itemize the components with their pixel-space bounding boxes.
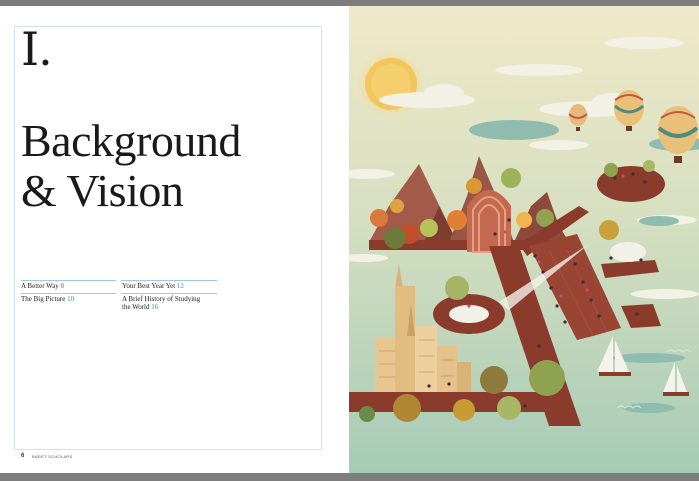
toc-rule xyxy=(21,280,116,281)
page-frame xyxy=(14,26,322,450)
toc-item-big-picture[interactable]: The Big Picture 10 xyxy=(21,295,74,303)
toc-item-page: 10 xyxy=(67,295,75,303)
toc-item-better-way[interactable]: A Better Way 8 xyxy=(21,282,64,290)
city-landscape-illustration xyxy=(349,6,699,473)
teal-cloud xyxy=(469,120,559,140)
toc-item-page: 16 xyxy=(151,303,159,311)
chapter-title-line-1: Background xyxy=(21,115,241,166)
toc-rule xyxy=(121,280,217,281)
toc-item-best-year[interactable]: Your Best Year Yet 12 xyxy=(122,282,184,290)
chapter-numeral: I. xyxy=(21,22,53,76)
bottom-edge-bar xyxy=(0,473,699,481)
garden-island xyxy=(597,160,665,202)
toc-item-title: A Better Way xyxy=(21,282,59,290)
toc-item-brief-history[interactable]: A Brief History of Studying the World 16 xyxy=(122,295,200,311)
teal-cloud xyxy=(639,216,679,226)
toc-item-title: Your Best Year Yet xyxy=(122,282,176,290)
toc-item-title: the World xyxy=(122,303,150,311)
toc-rule xyxy=(21,293,116,294)
toc-item-page: 12 xyxy=(176,282,184,290)
toc-item-title: The Big Picture xyxy=(21,295,66,303)
footer-page-number: 6 xyxy=(21,453,25,459)
left-page xyxy=(0,6,349,473)
toc-rule xyxy=(121,293,217,294)
arch-gate xyxy=(467,190,511,253)
illustration-page xyxy=(349,6,699,473)
chapter-title: Background & Vision xyxy=(21,116,241,216)
footer-brand: BARET SCHOLARS xyxy=(32,454,73,459)
teal-cloud xyxy=(623,403,675,413)
toc-item-page: 8 xyxy=(60,282,65,290)
chapter-title-line-2: & Vision xyxy=(21,165,184,216)
toc-item-title: A Brief History of Studying xyxy=(122,295,201,303)
sun-icon xyxy=(353,46,429,122)
